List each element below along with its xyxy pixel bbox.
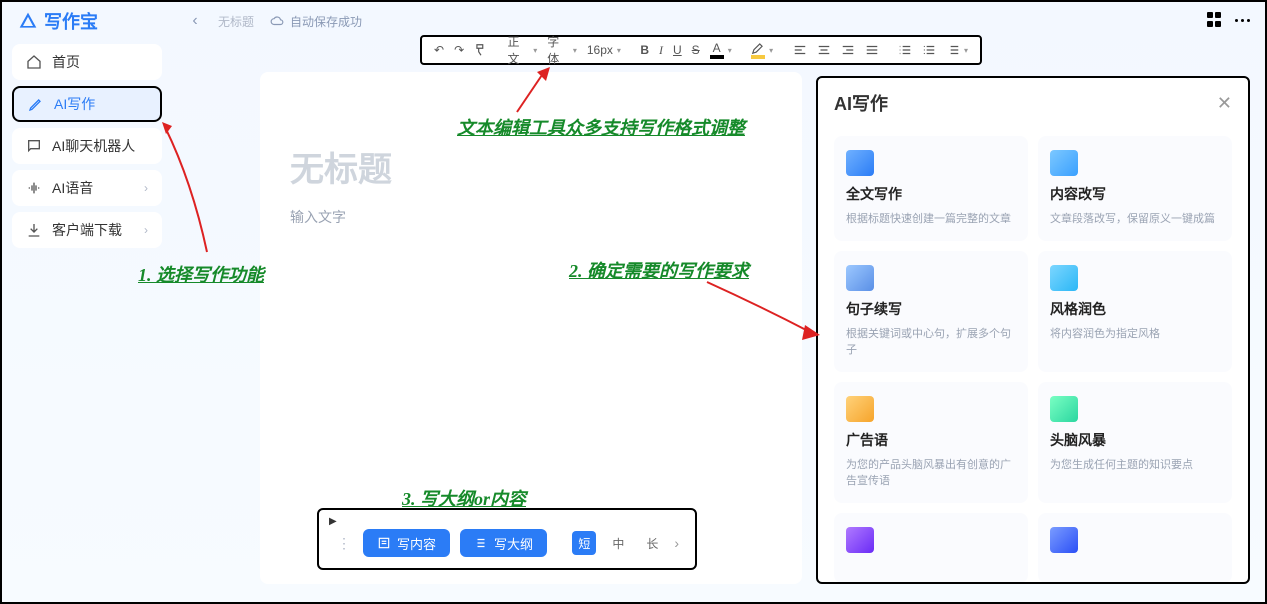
font-family-select[interactable]: 字体 [543, 39, 581, 61]
card-desc: 为您生成任何主题的知识要点 [1050, 458, 1220, 473]
font-size-select[interactable]: 16px [583, 39, 625, 61]
ai-card-polish[interactable]: 风格润色 将内容润色为指定风格 [1038, 251, 1232, 372]
ordered-list-button[interactable] [894, 39, 916, 61]
download-icon [26, 222, 42, 238]
ai-card-8[interactable] [1038, 513, 1232, 582]
play-icon: ▶ [329, 516, 337, 527]
sidebar-item-chatbot[interactable]: AI聊天机器人 [12, 128, 162, 164]
card-desc: 为您的产品头脑风暴出有创意的广告宣传语 [846, 458, 1016, 489]
close-icon[interactable]: ✕ [1217, 93, 1232, 114]
ai-card-continue[interactable]: 句子续写 根据关键词或中心句，扩展多个句子 [834, 251, 1028, 372]
chat-icon [26, 138, 42, 154]
pen-icon [28, 96, 44, 112]
align-center-button[interactable] [813, 39, 835, 61]
ai-card-7[interactable] [834, 513, 1028, 582]
doc-icon [846, 150, 874, 176]
app-name: 写作宝 [44, 8, 98, 34]
write-content-button[interactable]: 写内容 [363, 529, 450, 557]
continue-icon [846, 265, 874, 291]
chevron-right-icon: › [144, 223, 148, 237]
more-icon[interactable] [1235, 12, 1251, 28]
polish-icon [1050, 265, 1078, 291]
strike-button[interactable]: S [688, 39, 704, 61]
card-desc: 根据关键词或中心句，扩展多个句子 [846, 327, 1016, 358]
ai-card-rewrite[interactable]: 内容改写 文章段落改写，保留原义一键成篇 [1038, 136, 1232, 241]
undo-button[interactable]: ↶ [430, 39, 448, 61]
write-outline-button[interactable]: 写大纲 [460, 529, 547, 557]
ai-card-brainstorm[interactable]: 头脑风暴 为您生成任何主题的知识要点 [1038, 382, 1232, 503]
length-medium-button[interactable]: 中 [606, 531, 630, 555]
ai-card-fullwrite[interactable]: 全文写作 根据标题快速创建一篇完整的文章 [834, 136, 1028, 241]
sidebar-item-ai-write[interactable]: AI写作 [12, 86, 162, 122]
sidebar-item-label: AI语音 [52, 178, 93, 198]
app-logo[interactable]: 写作宝 [18, 8, 168, 34]
align-justify-button[interactable] [861, 39, 883, 61]
voice-icon [26, 180, 42, 196]
home-icon [26, 54, 42, 70]
title-input[interactable]: 无标题 [290, 142, 772, 191]
body-input[interactable]: 输入文字 [290, 207, 772, 227]
line-height-button[interactable] [942, 39, 972, 61]
card-desc: 文章段落改写，保留原义一键成篇 [1050, 212, 1220, 227]
underline-button[interactable]: U [669, 39, 686, 61]
ad-icon [846, 396, 874, 422]
length-long-button[interactable]: 长 [640, 531, 664, 555]
cloud-icon [270, 14, 284, 28]
card-title: 风格润色 [1050, 299, 1220, 319]
card-title: 句子续写 [846, 299, 1016, 319]
font-color-button[interactable]: A [706, 39, 736, 61]
annotation-1: 1. 选择写作功能 [138, 261, 264, 287]
drag-handle-icon[interactable]: ⋮ [335, 535, 353, 552]
bold-button[interactable]: B [636, 39, 653, 61]
highlight-button[interactable] [747, 39, 777, 61]
card-desc: 根据标题快速创建一篇完整的文章 [846, 212, 1016, 227]
ai-card-slogan[interactable]: 广告语 为您的产品头脑风暴出有创意的广告宣传语 [834, 382, 1028, 503]
sidebar-item-label: AI写作 [54, 94, 95, 114]
align-right-button[interactable] [837, 39, 859, 61]
card-title: 广告语 [846, 430, 1016, 450]
rewrite-icon [1050, 150, 1078, 176]
ai-writing-panel: AI写作 ✕ 全文写作 根据标题快速创建一篇完整的文章 内容改写 文章段落改写，… [816, 76, 1250, 584]
card-desc: 将内容润色为指定风格 [1050, 327, 1220, 342]
card-title: 内容改写 [1050, 184, 1220, 204]
format-painter-button[interactable] [470, 39, 492, 61]
sidebar: 首页 AI写作 AI聊天机器人 AI语音 › 客户端下载 › [12, 44, 162, 248]
sidebar-item-label: 首页 [52, 52, 80, 72]
breadcrumb-doc: 无标题 [218, 13, 254, 30]
compose-bar: ▶ ⋮ 写内容 写大纲 短 中 长 › [317, 508, 697, 570]
redo-button[interactable]: ↷ [450, 39, 468, 61]
sidebar-item-download[interactable]: 客户端下载 › [12, 212, 162, 248]
sidebar-item-label: 客户端下载 [52, 220, 122, 240]
autosave-status: 自动保存成功 [290, 13, 362, 30]
card-title: 全文写作 [846, 184, 1016, 204]
annotation-arrow-1 [162, 122, 222, 262]
next-icon[interactable]: › [674, 535, 679, 551]
card-icon [1050, 527, 1078, 553]
sidebar-item-label: AI聊天机器人 [52, 136, 135, 156]
format-toolbar: ↶ ↷ 正文 字体 16px B I U S A [420, 35, 982, 65]
write-content-label: 写内容 [397, 534, 436, 553]
ai-panel-title: AI写作 [834, 90, 888, 116]
sidebar-item-home[interactable]: 首页 [12, 44, 162, 80]
card-icon [846, 527, 874, 553]
brainstorm-icon [1050, 396, 1078, 422]
sidebar-item-voice[interactable]: AI语音 › [12, 170, 162, 206]
apps-grid-icon[interactable] [1207, 12, 1223, 28]
chevron-right-icon: › [144, 181, 148, 195]
italic-button[interactable]: I [655, 39, 667, 61]
write-outline-label: 写大纲 [494, 534, 533, 553]
paragraph-style-select[interactable]: 正文 [504, 39, 542, 61]
length-short-button[interactable]: 短 [572, 531, 596, 555]
unordered-list-button[interactable] [918, 39, 940, 61]
back-icon[interactable]: ‹ [188, 14, 202, 28]
align-left-button[interactable] [789, 39, 811, 61]
card-title: 头脑风暴 [1050, 430, 1220, 450]
